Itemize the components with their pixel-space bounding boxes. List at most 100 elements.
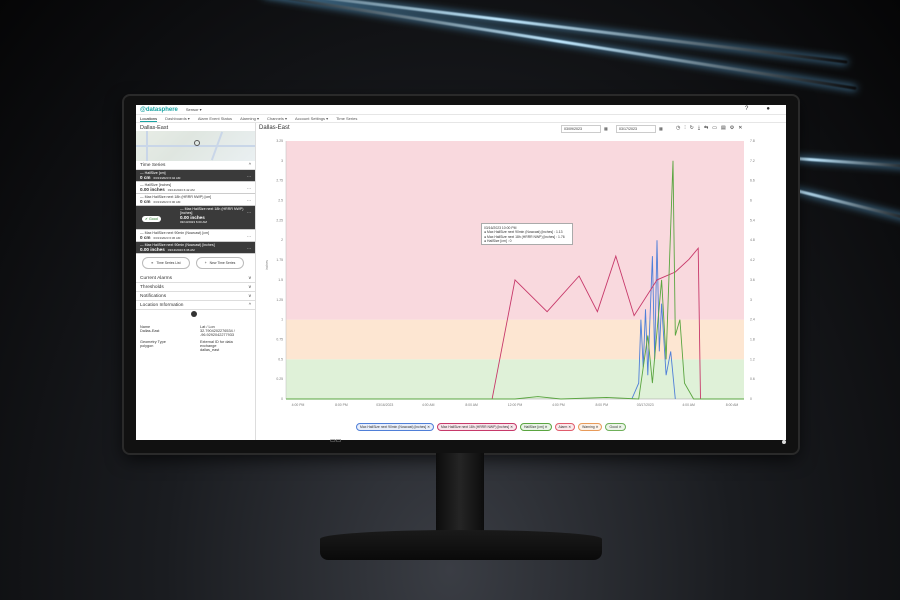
y2-tick-label: 7.2 <box>750 159 755 163</box>
chart-tooltip: 03/16/2023 10:00 PM ● Max HailSize next … <box>481 223 573 245</box>
screen: @datasphere Sensor ▾ ? ● Locations Dashb… <box>136 105 786 440</box>
time-series-item[interactable]: — Max HailSize next 18h (HRRR NWP) [cm] … <box>136 194 255 206</box>
y2-tick-label: 3.6 <box>750 278 755 282</box>
y-tick-label: 2.25 <box>276 218 283 222</box>
legend-chip[interactable]: Warning ✕ <box>578 423 603 431</box>
x-tick-label: 4:00 AM <box>682 403 695 407</box>
ts-time: 03/13/2023 6:42 AM <box>153 176 181 180</box>
more-icon[interactable]: ⋯ <box>247 174 251 179</box>
ts-value: 0.00 inches <box>140 247 165 252</box>
nav-alarm-event-status[interactable]: Alarm Event Status <box>198 116 232 121</box>
calendar-icon[interactable]: ▦ <box>604 126 608 131</box>
table-icon[interactable]: ▤ <box>721 125 726 131</box>
gear-icon[interactable]: ⚙ <box>730 125 734 131</box>
sensor-select[interactable]: Sensor ▾ <box>186 107 202 112</box>
y2-tick-label: 3 <box>750 298 752 302</box>
ts-time: 03/13/2023 6:36 AM <box>153 236 181 240</box>
legend-chip[interactable]: Max HailSize next 18h (HRRR NWP) [inches… <box>436 423 517 431</box>
y2-tick-label: 0 <box>750 397 752 401</box>
latlon-value: 32.7904202276534 / -96.9292042277933 <box>200 329 235 337</box>
chevron-up-icon[interactable]: ^ <box>249 303 251 308</box>
monitor: @datasphere Sensor ▾ ? ● Locations Dashb… <box>124 96 798 453</box>
chart-panel: Dallas-East 03/09/2023 ▦ 03/17/2023 ▦ ◷ … <box>256 123 786 440</box>
more-icon[interactable]: ⋯ <box>247 246 251 251</box>
time-series-list-button[interactable]: ≡ Time Series List <box>142 257 190 269</box>
time-series-item[interactable]: — HailSize [inches] 0.00 inches 03/13/202… <box>136 182 255 194</box>
monitor-stand-base <box>320 530 602 560</box>
y2-tick-label: 1.8 <box>750 337 755 341</box>
target-icon[interactable] <box>191 311 197 317</box>
more-icon[interactable]: ⋯ <box>247 234 251 239</box>
date-to-input[interactable]: 03/17/2023 <box>616 125 656 133</box>
nav-time-series[interactable]: Time Series <box>336 116 357 121</box>
more-icon[interactable]: ⋯ <box>247 186 251 191</box>
chevron-down-icon[interactable]: v <box>249 276 251 281</box>
geometry-value: polygon <box>140 344 154 348</box>
y2-tick-label: 1.2 <box>750 357 755 361</box>
app-logo: @datasphere <box>140 106 178 113</box>
clock-icon[interactable]: ◷ <box>676 125 680 131</box>
status-badge-label: Good <box>149 217 158 221</box>
y-tick-label: 0.75 <box>276 337 283 341</box>
location-information-header[interactable]: Location Information ^ <box>136 301 255 310</box>
y-tick-label: 2.5 <box>278 199 283 203</box>
chevron-down-icon[interactable]: v <box>249 285 251 290</box>
new-time-series-label: New Time Series <box>209 261 236 265</box>
y2-tick-label: 6 <box>750 199 752 203</box>
y-tick-label: 1.5 <box>278 278 283 282</box>
ts-time: 03/13/2023 6:36 AM <box>167 248 195 252</box>
ts-time: 03/13/2023 6:00 AM <box>153 200 181 204</box>
y2-tick-label: 0.6 <box>750 377 755 381</box>
chevron-up-icon[interactable]: ^ <box>249 163 251 168</box>
notifications-header[interactable]: Notifications v <box>136 292 255 301</box>
close-icon[interactable]: ✕ <box>738 125 742 131</box>
y2-tick-label: 7.8 <box>750 139 755 143</box>
external-id-label: External ID for data exchange <box>200 340 233 348</box>
legend-chip[interactable]: Max HailSize next 90min (Nowcast) [inche… <box>356 423 434 431</box>
time-series-item[interactable]: — HailSize [cm] 0 cm 03/13/2023 6:42 AM ⋯ <box>136 170 255 182</box>
current-alarms-header[interactable]: Current Alarms v <box>136 274 255 283</box>
legend-chip[interactable]: Alarm ✕ <box>554 423 576 431</box>
refresh-icon[interactable]: ↻ <box>690 125 694 131</box>
nav-alarming[interactable]: Alarming ▾ <box>240 116 259 121</box>
more-icon[interactable]: ⋯ <box>247 210 251 215</box>
sidebar: Dallas-East Time Series ^ — HailSize [cm… <box>136 123 256 440</box>
location-title: Dallas-East <box>140 125 169 131</box>
chart-type-icon[interactable]: ⫶ <box>684 125 685 131</box>
power-button <box>782 440 786 444</box>
more-icon[interactable]: ⋯ <box>247 198 251 203</box>
list-icon: ≡ <box>151 261 154 265</box>
light-streak <box>263 0 857 90</box>
date-from-input[interactable]: 03/09/2023 <box>561 125 601 133</box>
y-tick-label: 3.25 <box>276 139 283 143</box>
time-series-item[interactable]: — Max HailSize next 90min (Nowcast) [inc… <box>136 242 255 254</box>
time-series-item[interactable]: — Max HailSize next 90min (Nowcast) [cm]… <box>136 230 255 242</box>
help-icon[interactable]: ? <box>745 106 748 112</box>
nav-channels[interactable]: Channels ▾ <box>267 116 287 121</box>
legend-chip[interactable]: Good ✕ <box>605 423 626 431</box>
chevron-down-icon[interactable]: v <box>249 294 251 299</box>
nav-dashboards[interactable]: Dashboards ▾ <box>165 116 190 121</box>
x-tick-label: 03/17/2023 <box>637 403 654 407</box>
new-time-series-button[interactable]: + New Time Series <box>196 257 244 269</box>
compare-icon[interactable]: ⇆ <box>704 125 708 131</box>
page-title: Dallas-East <box>259 125 290 131</box>
x-tick-label: 8:00 PM <box>335 403 348 407</box>
location-map[interactable] <box>136 131 255 161</box>
screen-icon[interactable]: ▭ <box>712 125 717 131</box>
nav-account-settings[interactable]: Account Settings ▾ <box>295 116 328 121</box>
y-tick-label: 1 <box>281 318 283 322</box>
download-icon[interactable]: ⤓ <box>698 125 700 131</box>
calendar-icon[interactable]: ▦ <box>659 126 663 131</box>
time-series-header[interactable]: Time Series ^ <box>136 161 255 170</box>
legend-chip[interactable]: HailSize [cm] ✕ <box>519 423 552 431</box>
thresholds-header[interactable]: Thresholds v <box>136 283 255 292</box>
section-label: Notifications <box>140 293 167 299</box>
plus-icon: + <box>204 261 207 265</box>
nav-locations[interactable]: Locations <box>140 116 158 122</box>
x-tick-label: 03/16/2023 <box>376 403 393 407</box>
user-icon[interactable]: ● <box>766 106 770 112</box>
hail-chart[interactable]: 0 0.25 0.5 0.75 1 1.25 1.5 1.75 2 2.25 2.5 2.75 3 3.2… <box>256 137 786 422</box>
time-series-item[interactable]: — Max HailSize next 18h (HRRR NWP) [inch… <box>136 206 255 230</box>
top-bar: @datasphere Sensor ▾ ? ● <box>136 105 786 115</box>
